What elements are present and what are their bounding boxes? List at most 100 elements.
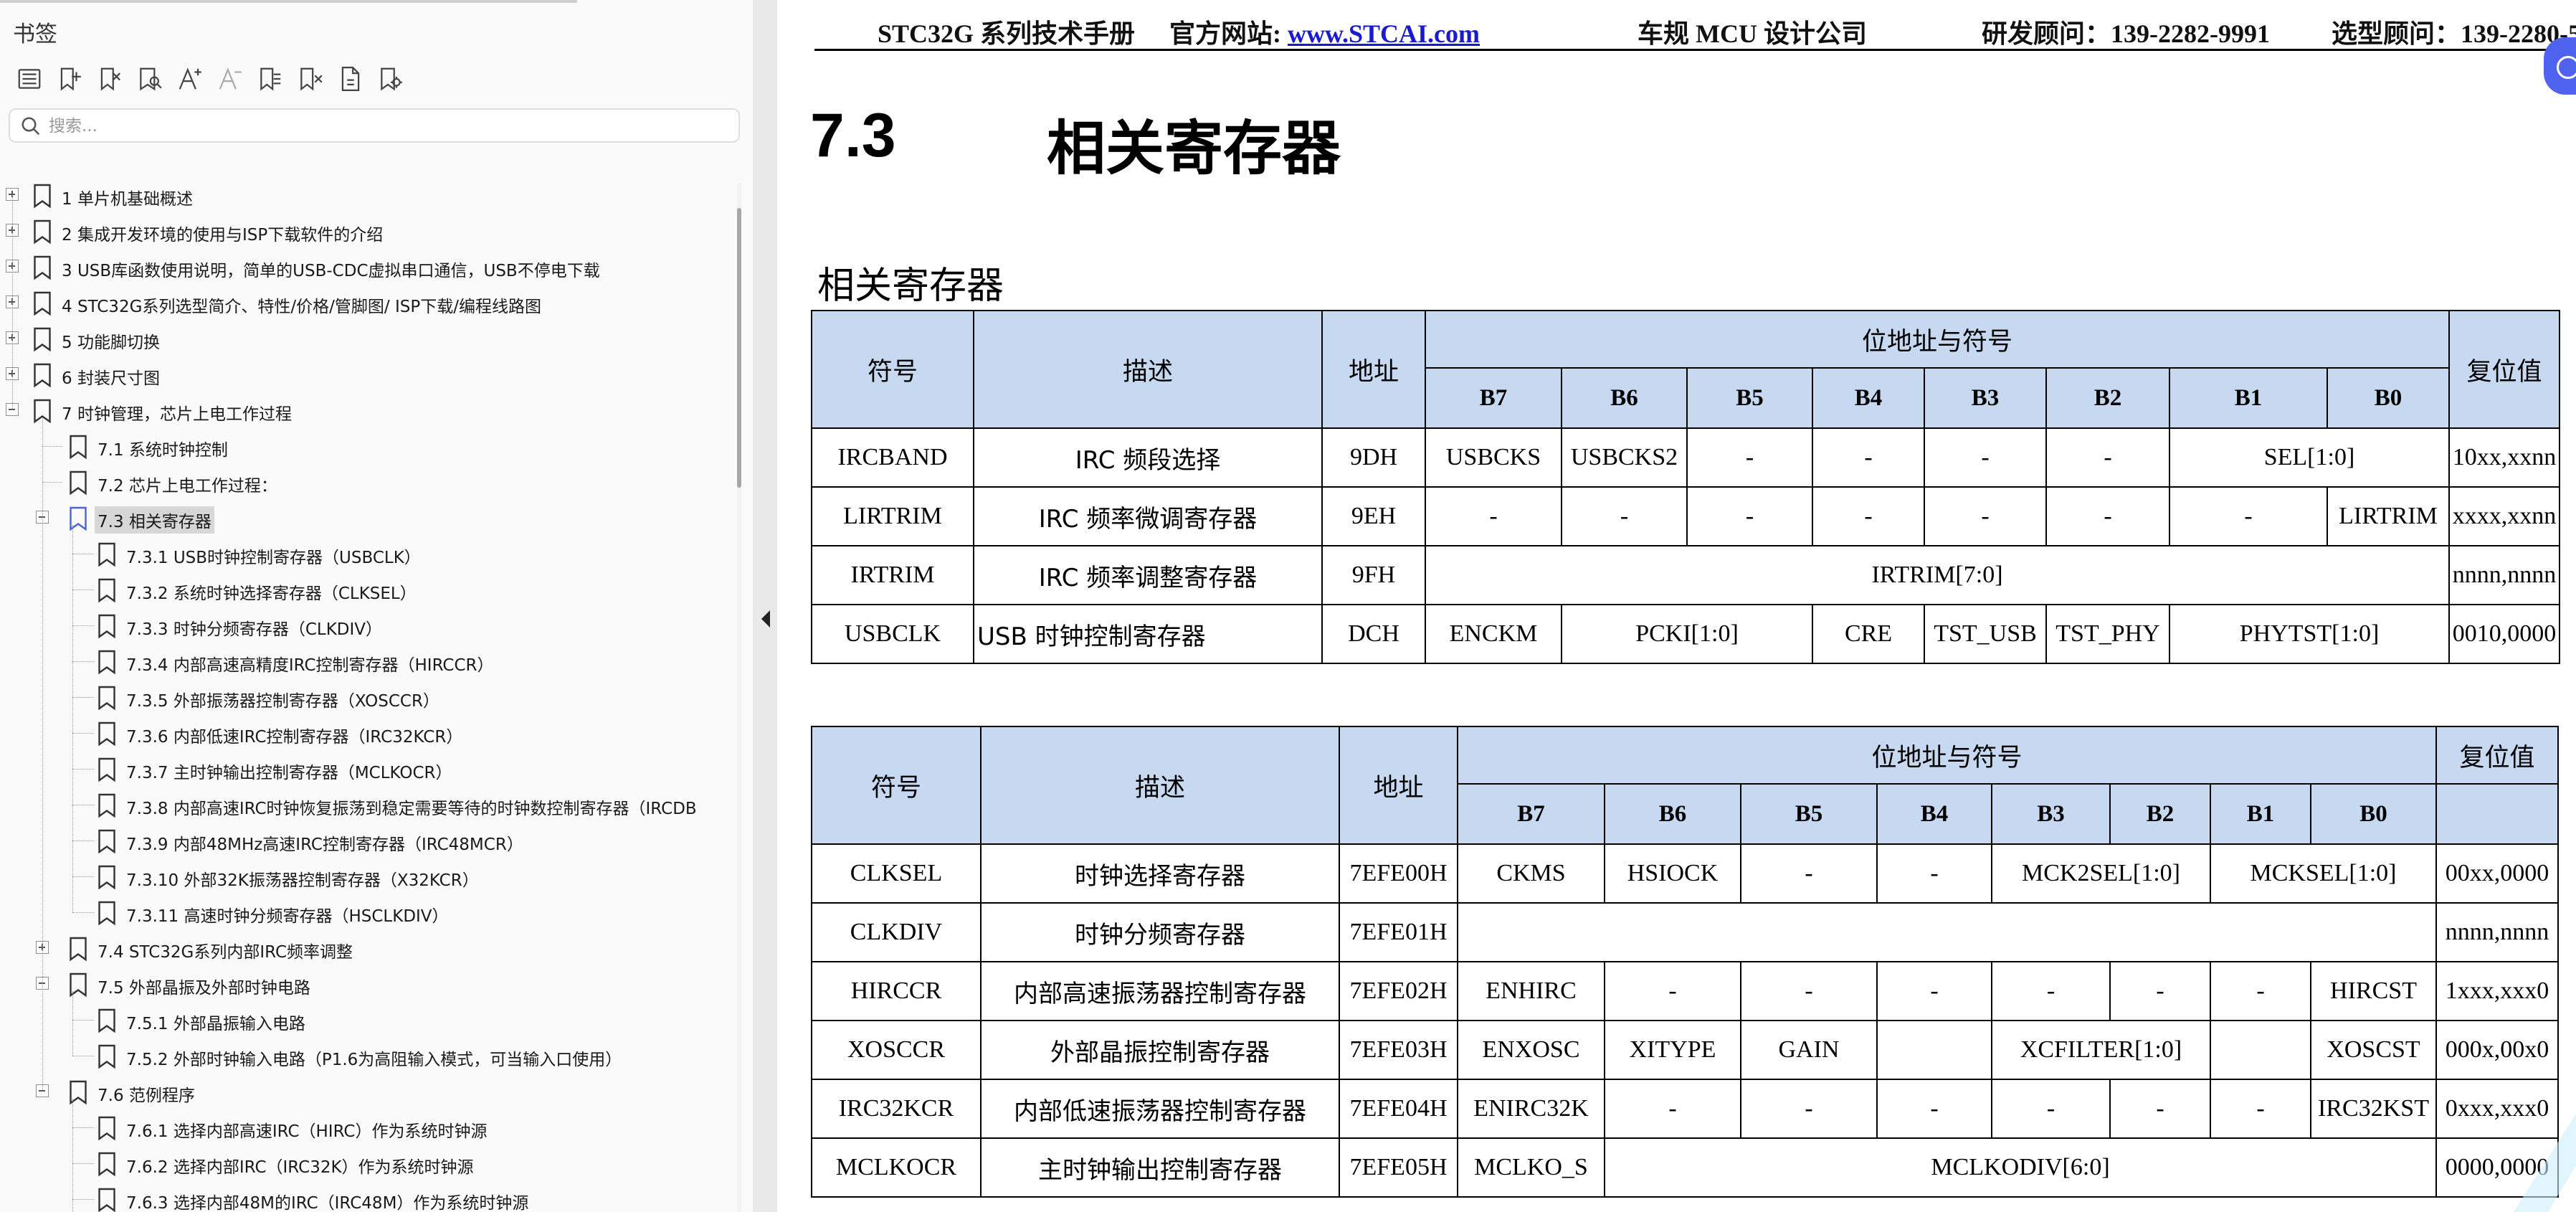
bookmark-label[interactable]: 6 封装尺寸图 — [59, 363, 163, 390]
bookmark-label[interactable]: 7 时钟管理，芯片上电工作过程 — [59, 399, 295, 426]
bookmark-label[interactable]: 7.6.3 选择内部48M的IRC（IRC48M）作为系统时钟源 — [123, 1188, 531, 1212]
register-description: 内部高速振荡器控制寄存器 — [980, 961, 1340, 1021]
sidebar-scroll-thumb[interactable] — [737, 208, 741, 488]
bookmark-item[interactable]: 4 STC32G系列选型简介、特性/价格/管脚图/ ISP下载/编程线路图 — [0, 286, 724, 319]
register-reset-value: 10xx,xxnn — [2448, 427, 2561, 488]
bookmark-label[interactable]: 3 USB库函数使用说明，简单的USB-CDC虚拟串口通信，USB不停电下载 — [59, 255, 603, 283]
bookmark-item[interactable]: 7.3 相关寄存器 — [0, 501, 724, 534]
bookmark-label[interactable]: 7.3.1 USB时钟控制寄存器（USBCLK） — [123, 542, 424, 569]
bookmark-item[interactable]: 7.3.4 内部高速高精度IRC控制寄存器（HIRCCR） — [0, 645, 724, 678]
bookmark-settings-icon[interactable] — [374, 62, 407, 95]
register-bit-field: - — [1812, 486, 1925, 546]
expand-all-icon[interactable] — [254, 62, 287, 95]
bookmark-label[interactable]: 7.3.6 内部低速IRC控制寄存器（IRC32KCR） — [123, 721, 465, 749]
add-bookmark-icon[interactable] — [53, 62, 86, 95]
register-row: CLKSEL 时钟选择寄存器 7EFE00H CKMS HSIOCK - - MCK2SEL[… — [811, 843, 2560, 904]
register-address: 7EFE02H — [1339, 961, 1458, 1021]
register-bit-field: - — [1991, 1079, 2111, 1139]
bookmark-item[interactable]: 7.6 范例程序 — [0, 1075, 724, 1108]
bookmark-label[interactable]: 5 功能脚切换 — [59, 327, 163, 354]
bookmark-item[interactable]: 7.3.3 时钟分频寄存器（CLKDIV） — [0, 609, 724, 642]
bookmark-label[interactable]: 7.6 范例程序 — [95, 1080, 198, 1107]
bookmark-icon — [34, 291, 51, 316]
bookmark-item[interactable]: 7.3.6 内部低速IRC控制寄存器（IRC32KCR） — [0, 716, 724, 749]
bookmark-label[interactable]: 1 单片机基础概述 — [59, 184, 196, 211]
bookmark-properties-icon[interactable] — [334, 62, 367, 95]
font-smaller-icon[interactable] — [214, 62, 247, 95]
bookmark-label[interactable]: 7.3.5 外部振荡器控制寄存器（XOSCCR） — [123, 686, 442, 713]
panel-top-rule — [0, 0, 577, 3]
bookmark-item[interactable]: 1 单片机基础概述 — [0, 179, 724, 212]
bookmark-item[interactable]: 7.6.1 选择内部高速IRC（HIRC）作为系统时钟源 — [0, 1111, 724, 1144]
bookmark-label[interactable]: 7.3.7 主时钟输出控制寄存器（MCLKOCR） — [123, 757, 455, 785]
header-bit-b5: B5 — [1686, 367, 1813, 429]
bookmark-item[interactable]: 5 功能脚切换 — [0, 322, 724, 355]
bookmark-label[interactable]: 7.5.1 外部晶振输入电路 — [123, 1008, 308, 1036]
bookmark-item[interactable]: 3 USB库函数使用说明，简单的USB-CDC虚拟串口通信，USB不停电下载 — [0, 250, 724, 283]
bookmark-item[interactable]: 7.3.5 外部振荡器控制寄存器（XOSCCR） — [0, 681, 724, 714]
bookmark-label[interactable]: 7.4 STC32G系列内部IRC频率调整 — [95, 937, 356, 964]
bookmark-label[interactable]: 7.3.4 内部高速高精度IRC控制寄存器（HIRCCR） — [123, 650, 497, 677]
tree-connector — [72, 876, 94, 877]
outline-icon[interactable] — [13, 62, 46, 95]
font-larger-icon[interactable] — [174, 62, 206, 95]
bookmark-item[interactable]: 7.5.2 外部时钟输入电路（P1.6为高阻输入模式，可当输入口使用） — [0, 1039, 724, 1072]
bookmark-item[interactable]: 7.3.8 内部高速IRC时钟恢复振荡到稳定需要等待的时钟数控制寄存器（IRCD… — [0, 788, 724, 821]
bookmark-label[interactable]: 7.3.11 高速时钟分频寄存器（HSCLKDIV） — [123, 901, 452, 928]
register-bit-field: ENCKM — [1425, 604, 1562, 664]
bookmark-item[interactable]: 7.4 STC32G系列内部IRC频率调整 — [0, 932, 724, 965]
header-reset: 复位值 — [2448, 310, 2561, 429]
tree-connector — [72, 733, 94, 734]
bookmark-item[interactable]: 7.5 外部晶振及外部时钟电路 — [0, 967, 724, 1000]
bookmark-label[interactable]: 7.3.3 时钟分频寄存器（CLKDIV） — [123, 614, 385, 641]
register-row: IRC32KCR 内部低速振荡器控制寄存器 7EFE04H ENIRC32K - - - - -… — [811, 1079, 2560, 1139]
header-bit-b0: B0 — [2326, 367, 2451, 429]
bookmark-label[interactable]: 7.6.1 选择内部高速IRC（HIRC）作为系统时钟源 — [123, 1116, 490, 1143]
bookmark-label[interactable]: 7.3 相关寄存器 — [95, 506, 214, 534]
bookmark-label[interactable]: 7.3.10 外部32K振荡器控制寄存器（X32KCR） — [123, 865, 482, 892]
bookmark-item[interactable]: 7.6.3 选择内部48M的IRC（IRC48M）作为系统时钟源 — [0, 1183, 724, 1212]
register-reset-value: nnnn,nnnn — [2435, 902, 2560, 962]
bookmark-label[interactable]: 2 集成开发环境的使用与ISP下载软件的介绍 — [59, 219, 386, 247]
collapse-all-icon[interactable] — [294, 62, 327, 95]
bookmark-item[interactable]: 6 封装尺寸图 — [0, 358, 724, 391]
bookmark-item[interactable]: 2 集成开发环境的使用与ISP下载软件的介绍 — [0, 214, 724, 247]
bookmark-label[interactable]: 7.6.2 选择内部IRC（IRC32K）作为系统时钟源 — [123, 1152, 477, 1179]
bookmark-item[interactable]: 7.6.2 选择内部IRC（IRC32K）作为系统时钟源 — [0, 1147, 724, 1180]
find-bookmark-icon[interactable] — [133, 62, 166, 95]
header-bit-b6: B6 — [1604, 783, 1741, 845]
register-symbol: IRCBAND — [811, 427, 974, 488]
bookmark-item[interactable]: 7.1 系统时钟控制 — [0, 430, 724, 463]
bookmark-item[interactable]: 7.3.2 系统时钟选择寄存器（CLKSEL） — [0, 573, 724, 606]
bookmark-label[interactable]: 7.2 芯片上电工作过程： — [95, 470, 280, 498]
website-link[interactable]: www.STCAI.com — [1288, 19, 1480, 48]
bookmark-label[interactable]: 4 STC32G系列选型简介、特性/价格/管脚图/ ISP下载/编程线路图 — [59, 291, 544, 318]
register-bit-field: - — [1425, 486, 1562, 546]
bookmark-label[interactable]: 7.3.2 系统时钟选择寄存器（CLKSEL） — [123, 578, 419, 605]
bookmark-label[interactable]: 7.1 系统时钟控制 — [95, 435, 231, 462]
collapse-panel-icon[interactable] — [759, 608, 773, 630]
header-bit-b4: B4 — [1812, 367, 1925, 429]
register-bit-field: - — [2210, 961, 2311, 1021]
bookmark-item[interactable]: 7.5.1 外部晶振输入电路 — [0, 1003, 724, 1036]
bookmark-item[interactable]: 7.3.10 外部32K振荡器控制寄存器（X32KCR） — [0, 860, 724, 893]
bookmark-item[interactable]: 7.3.11 高速时钟分频寄存器（HSCLKDIV） — [0, 896, 724, 929]
bookmark-label[interactable]: 7.5 外部晶振及外部时钟电路 — [95, 972, 313, 1000]
delete-bookmark-icon[interactable] — [93, 62, 126, 95]
bookmark-label[interactable]: 7.5.2 外部时钟输入电路（P1.6为高阻输入模式，可当输入口使用） — [123, 1044, 624, 1071]
bookmark-label[interactable]: 7.3.8 内部高速IRC时钟恢复振荡到稳定需要等待的时钟数控制寄存器（IRCD… — [123, 793, 700, 820]
bookmark-item[interactable]: 7 时钟管理，芯片上电工作过程 — [0, 394, 724, 427]
bookmark-tree: 1 单片机基础概述 2 集成开发环境的使用与ISP下载软件的介绍 3 USB库函数使… — [0, 176, 724, 1212]
bookmark-icon — [98, 1116, 115, 1141]
bookmark-item[interactable]: 7.3.7 主时钟输出控制寄存器（MCLKOCR） — [0, 752, 724, 785]
panel-splitter[interactable] — [753, 0, 777, 1212]
register-address: 7EFE01H — [1339, 902, 1458, 962]
search-input[interactable] — [47, 114, 724, 138]
bookmark-item[interactable]: 7.3.1 USB时钟控制寄存器（USBCLK） — [0, 537, 724, 570]
floating-assistant-button[interactable] — [2544, 37, 2576, 95]
bookmark-search[interactable] — [9, 108, 740, 143]
bookmark-label[interactable]: 7.3.9 内部48MHz高速IRC控制寄存器（IRC48MCR） — [123, 829, 526, 856]
bookmark-icon — [70, 937, 87, 962]
bookmark-item[interactable]: 7.2 芯片上电工作过程： — [0, 465, 724, 498]
bookmark-item[interactable]: 7.3.9 内部48MHz高速IRC控制寄存器（IRC48MCR） — [0, 824, 724, 857]
